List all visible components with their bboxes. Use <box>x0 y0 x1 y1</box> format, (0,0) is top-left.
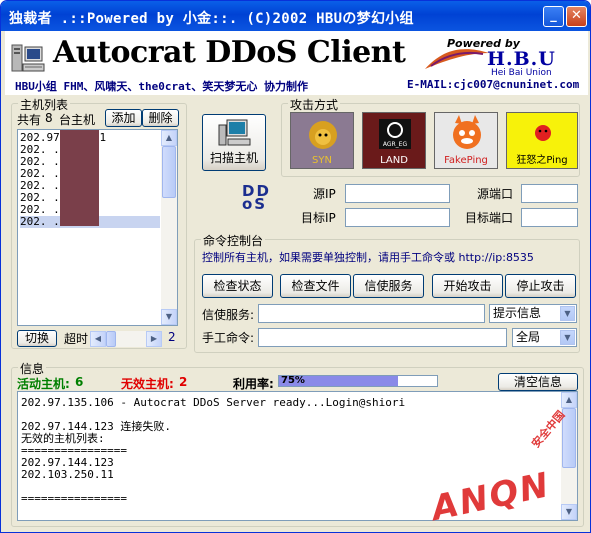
attack-rageping-button[interactable]: 狂怒之Ping <box>506 112 578 169</box>
scan-computer-icon <box>218 119 251 146</box>
scan-hosts-label: 扫描主机 <box>209 151 258 165</box>
active-hosts-label: 活动主机: <box>17 377 70 391</box>
add-host-button[interactable]: 添加 <box>105 109 142 127</box>
src-ip-label: 源IP <box>313 187 336 201</box>
timeout-slider[interactable]: ◀ ▶ <box>90 331 162 347</box>
log-scrollbar[interactable]: ▲ ▼ <box>561 392 577 520</box>
command-hint: 控制所有主机，如果需要单独控制，请用手工命令或 http://ip:8535 <box>202 251 534 264</box>
usage-percent-text: 75% <box>281 375 305 386</box>
chevron-down-icon[interactable]: ▼ <box>560 306 575 321</box>
attack-syn-label: SYN <box>312 155 332 166</box>
log-line: 202.103.250.11 <box>21 468 114 481</box>
ddos-logo: DD oS <box>242 184 271 213</box>
attack-rageping-label: 狂怒之Ping <box>516 155 568 166</box>
hbu-subtitle: Hei Bai Union <box>491 68 552 78</box>
messenger-input[interactable] <box>258 304 485 323</box>
log-line: 202.97.135.106 - Autocrat DDoS Server re… <box>21 396 406 409</box>
email-text: E-MAIL:cjc007@cnuninet.com <box>407 78 580 91</box>
timeout-thumb[interactable] <box>106 331 116 347</box>
timeout-label: 超时 <box>64 332 89 346</box>
ddos-logo-line2: oS <box>242 195 268 213</box>
host-listbox[interactable]: 202.97.135.11202. .42202. .4.67202. .612… <box>17 129 178 326</box>
timeout-right-button[interactable]: ▶ <box>146 331 162 347</box>
attack-land-label: LAND <box>380 155 408 166</box>
messenger-type-value: 提示信息 <box>493 306 542 320</box>
fox-icon <box>453 115 481 149</box>
scope-value: 全局 <box>516 330 541 344</box>
invalid-hosts-label: 无效主机: <box>121 377 174 391</box>
host-count-suffix: 台主机 <box>59 113 96 127</box>
host-count-prefix: 共有 <box>17 113 42 127</box>
src-port-input[interactable] <box>521 184 578 203</box>
scroll-up-button[interactable]: ▲ <box>561 392 577 408</box>
agr-eg-icon: AGR_EG <box>379 119 411 149</box>
dst-port-input[interactable] <box>521 208 578 227</box>
command-button-0[interactable]: 检查状态 <box>202 274 273 298</box>
host-count: 8 <box>45 111 53 125</box>
title-bar[interactable]: 独裁者 .::Powered by 小金::. (C)2002 HBUの梦幻小组… <box>1 1 590 31</box>
dst-ip-label: 目标IP <box>301 211 336 225</box>
credits-text: HBU小组 FHM、风啸天、the0crat、笑天梦无心 协力制作 <box>15 80 308 93</box>
host-list-scrollbar[interactable]: ▲ ▼ <box>161 130 177 325</box>
dst-port-label: 目标端口 <box>465 211 514 225</box>
attack-fakeping-button[interactable]: FakePing <box>434 112 498 169</box>
src-port-label: 源端口 <box>477 187 514 201</box>
command-button-1[interactable]: 检查文件 <box>280 274 351 298</box>
close-button[interactable]: ✕ <box>566 6 587 27</box>
window-title: 独裁者 .::Powered by 小金::. (C)2002 HBUの梦幻小组 <box>9 11 414 27</box>
minimize-button[interactable]: _ <box>543 6 564 27</box>
usage-progress-bar: 75% <box>278 375 438 387</box>
attack-land-button[interactable]: AGR_EG LAND <box>362 112 426 169</box>
redaction-block <box>60 130 99 226</box>
attack-mode-label: 攻击方式 <box>288 96 341 113</box>
command-console-label: 命令控制台 <box>201 232 266 249</box>
scroll-thumb[interactable] <box>162 146 176 198</box>
feather-logo-icon <box>425 49 489 69</box>
manual-command-input[interactable] <box>258 328 507 347</box>
scroll-down-button[interactable]: ▼ <box>161 309 177 325</box>
main-window: 独裁者 .::Powered by 小金::. (C)2002 HBUの梦幻小组… <box>0 0 591 533</box>
manual-command-label: 手工命令: <box>202 331 255 345</box>
src-ip-input[interactable] <box>345 184 450 203</box>
messenger-type-select[interactable]: 提示信息 ▼ <box>489 304 577 323</box>
delete-host-button[interactable]: 删除 <box>142 109 179 127</box>
scope-select[interactable]: 全局 ▼ <box>512 328 577 347</box>
active-hosts-count: 6 <box>75 375 84 389</box>
messenger-label: 信使服务: <box>202 308 255 322</box>
command-button-2[interactable]: 信使服务 <box>353 274 424 298</box>
dst-ip-input[interactable] <box>345 208 450 227</box>
scroll-down-button[interactable]: ▼ <box>561 504 577 520</box>
invalid-hosts-count: 2 <box>179 375 188 389</box>
attack-fakeping-label: FakePing <box>444 155 488 166</box>
command-button-4[interactable]: 停止攻击 <box>505 274 576 298</box>
server-computer-icon <box>11 44 45 72</box>
switch-button[interactable]: 切换 <box>17 330 57 347</box>
attack-syn-button[interactable]: SYN <box>290 112 354 169</box>
lion-icon <box>309 121 337 149</box>
scan-hosts-button[interactable]: 扫描主机 <box>202 114 266 171</box>
clear-info-button[interactable]: 清空信息 <box>498 373 578 391</box>
timeout-value: 2 <box>168 330 176 344</box>
scroll-up-button[interactable]: ▲ <box>161 130 177 146</box>
usage-label: 利用率: <box>233 377 274 391</box>
timeout-left-button[interactable]: ◀ <box>90 331 106 347</box>
header-banner: Autocrat DDoS Client Powered by H.B.U He… <box>5 31 588 95</box>
log-line: ================ <box>21 492 127 505</box>
app-title: Autocrat DDoS Client <box>53 35 406 70</box>
command-button-3[interactable]: 开始攻击 <box>432 274 503 298</box>
hbu-logo: H.B.U <box>487 48 556 70</box>
svg-text:AGR_EG: AGR_EG <box>383 141 408 148</box>
chevron-down-icon[interactable]: ▼ <box>560 330 575 345</box>
